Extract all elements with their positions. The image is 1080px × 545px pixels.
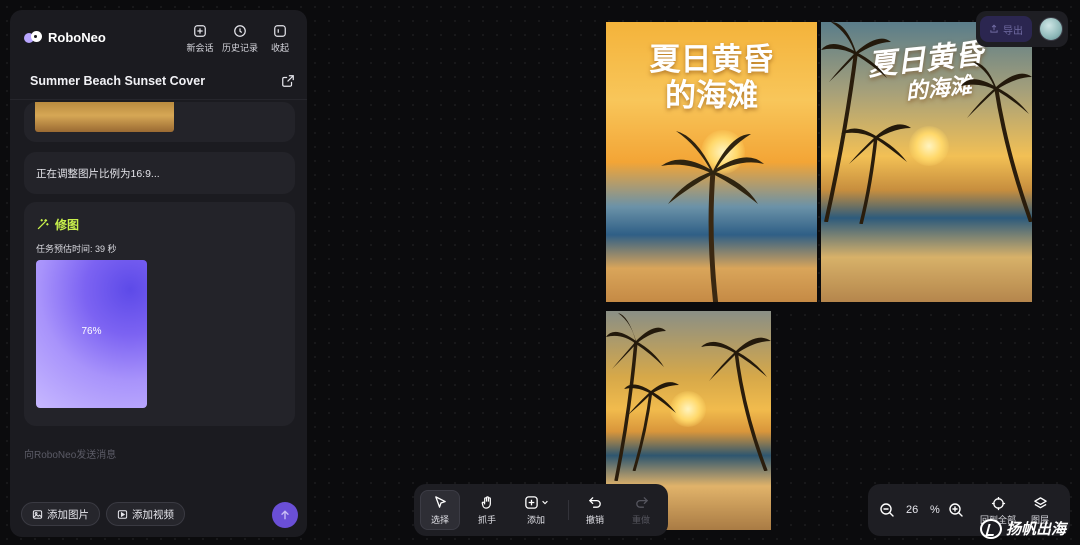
redo-icon bbox=[635, 496, 648, 508]
generation-progress-preview: 76% bbox=[36, 260, 147, 408]
toolbar-divider bbox=[568, 500, 569, 520]
hand-label: 抓手 bbox=[477, 514, 496, 525]
canvas-toolbar: 选择 抓手 添加 撤销 重做 bbox=[414, 484, 668, 536]
attachment-buttons: 添加图片 添加视频 bbox=[21, 502, 185, 526]
message-input[interactable]: 向RoboNeo发送消息 bbox=[24, 446, 116, 461]
collapse-icon bbox=[274, 25, 286, 37]
new-chat-icon bbox=[194, 25, 206, 37]
sun-glow bbox=[909, 126, 949, 166]
palm-tree-icon bbox=[701, 337, 771, 471]
zoom-unit: % bbox=[930, 504, 940, 516]
send-button[interactable] bbox=[272, 502, 298, 528]
history-icon bbox=[234, 25, 246, 37]
previous-image-thumbnail[interactable] bbox=[35, 102, 174, 132]
magic-wand-icon bbox=[37, 218, 49, 230]
upload-icon bbox=[990, 24, 998, 33]
chevron-down-icon bbox=[541, 500, 548, 505]
palm-tree-icon bbox=[661, 131, 764, 302]
image-icon bbox=[32, 509, 43, 519]
zoom-value[interactable]: 26 bbox=[906, 504, 918, 516]
redo-button[interactable]: 重做 bbox=[624, 490, 658, 530]
previous-image-message bbox=[24, 102, 295, 142]
zoom-out-icon[interactable] bbox=[879, 502, 895, 518]
progress-percent: 76% bbox=[81, 326, 102, 337]
add-square-icon bbox=[524, 495, 538, 509]
add-image-label: 添加图片 bbox=[47, 508, 89, 521]
watermark-logo-icon bbox=[980, 518, 1002, 539]
history-label: 历史记录 bbox=[222, 43, 259, 53]
palm-tree-icon bbox=[841, 124, 911, 224]
palm-tree-icon bbox=[961, 62, 1032, 222]
add-image-button[interactable]: 添加图片 bbox=[21, 502, 100, 526]
share-icon[interactable] bbox=[281, 74, 295, 88]
new-chat-button[interactable]: 新会话 bbox=[185, 24, 215, 54]
watermark-text: 扬帆出海 bbox=[1006, 521, 1067, 538]
edit-task-title: 修图 bbox=[55, 218, 80, 232]
layers-icon bbox=[1033, 497, 1047, 509]
select-tool[interactable]: 选择 bbox=[420, 490, 460, 530]
app-name: RoboNeo bbox=[48, 30, 106, 45]
image-1-title: 夏日黄昏 的海滩 bbox=[606, 42, 817, 113]
undo-label: 撤销 bbox=[585, 514, 604, 525]
add-video-button[interactable]: 添加视频 bbox=[106, 502, 185, 526]
cursor-icon bbox=[434, 495, 446, 508]
logo-icon bbox=[24, 30, 42, 45]
select-label: 选择 bbox=[430, 514, 449, 525]
hand-icon bbox=[481, 495, 491, 509]
zoom-in-icon[interactable] bbox=[948, 502, 964, 518]
video-icon bbox=[117, 509, 128, 519]
avatar[interactable] bbox=[1039, 17, 1063, 41]
generated-image-2[interactable]: 夏日黄昏 的海滩 bbox=[821, 22, 1032, 302]
palm-tree-icon bbox=[624, 382, 679, 471]
top-right-controls: 导出 bbox=[976, 11, 1068, 47]
edit-task-card: 修图 任务预估时间: 39 秒 76% bbox=[24, 202, 295, 426]
task-eta-value: 39 秒 bbox=[95, 244, 117, 254]
new-chat-label: 新会话 bbox=[186, 43, 214, 53]
undo-button[interactable]: 撤销 bbox=[578, 490, 612, 530]
add-tool-icons bbox=[524, 495, 549, 510]
redo-label: 重做 bbox=[631, 514, 650, 525]
hand-tool[interactable]: 抓手 bbox=[470, 490, 504, 530]
target-icon bbox=[991, 496, 1005, 511]
collapse-button[interactable]: 收起 bbox=[265, 24, 295, 54]
add-tool[interactable]: 添加 bbox=[516, 490, 556, 530]
status-message-text: 正在调整图片比例为16:9... bbox=[36, 168, 160, 180]
header-divider bbox=[10, 99, 307, 100]
image-1-title-line2: 的海滩 bbox=[665, 77, 758, 113]
status-message: 正在调整图片比例为16:9... bbox=[24, 152, 295, 194]
chat-sidebar: RoboNeo 新会话 历史记录 收起 Summer Beach Sunset … bbox=[10, 10, 307, 537]
edit-task-header: 修图 bbox=[36, 216, 79, 233]
history-button[interactable]: 历史记录 bbox=[222, 24, 259, 54]
collapse-label: 收起 bbox=[270, 43, 289, 53]
session-title: Summer Beach Sunset Cover bbox=[30, 74, 206, 88]
task-eta-label: 任务预估时间: bbox=[36, 244, 93, 254]
add-video-label: 添加视频 bbox=[132, 508, 174, 521]
sidebar-actions: 新会话 历史记录 收起 bbox=[185, 24, 295, 54]
arrow-up-icon bbox=[281, 510, 289, 520]
export-button[interactable]: 导出 bbox=[980, 16, 1032, 42]
generated-image-1[interactable]: 夏日黄昏 的海滩 bbox=[606, 22, 817, 302]
add-label: 添加 bbox=[526, 514, 545, 525]
export-label: 导出 bbox=[1003, 25, 1023, 37]
app-logo[interactable]: RoboNeo bbox=[24, 30, 106, 45]
watermark: 扬帆出海 bbox=[980, 518, 1066, 539]
task-eta: 任务预估时间: 39 秒 bbox=[36, 242, 117, 255]
undo-icon bbox=[588, 496, 601, 508]
image-1-title-line1: 夏日黄昏 bbox=[649, 42, 774, 77]
